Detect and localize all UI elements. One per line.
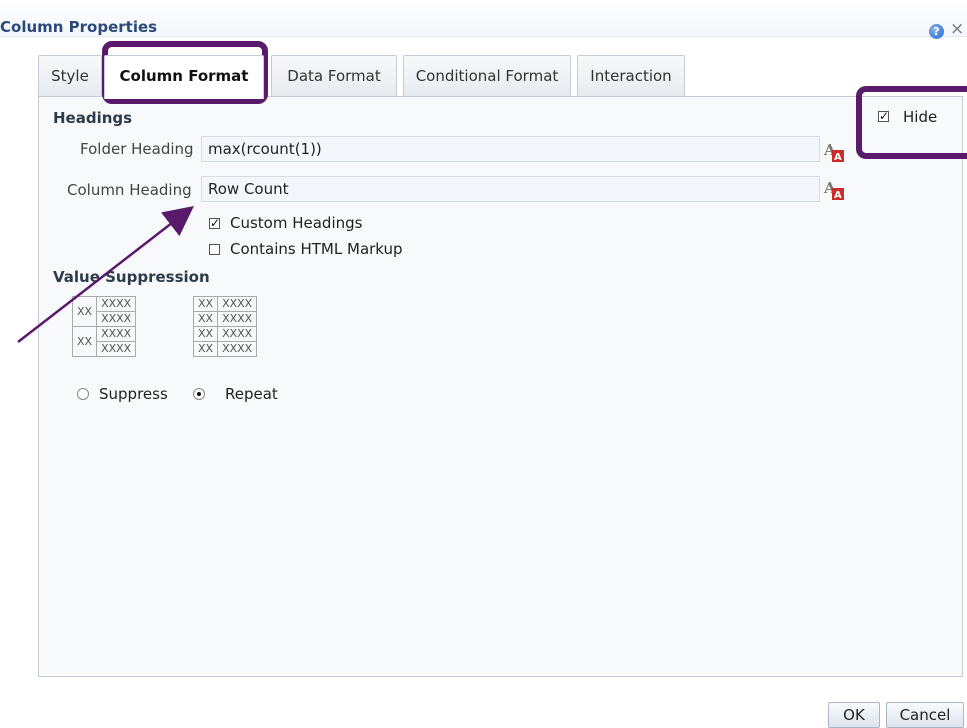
example-cell: XXXX bbox=[217, 296, 258, 312]
example-cell: XXXX bbox=[217, 341, 258, 357]
tab-label: Column Format bbox=[119, 67, 249, 85]
suppress-example-image: XX XXXX XXXX XX XXXX XXXX bbox=[71, 296, 137, 357]
dialog-title: Column Properties bbox=[0, 18, 158, 36]
headings-section-title: Headings bbox=[53, 109, 133, 127]
svg-text:A: A bbox=[834, 152, 842, 163]
example-cell: XX bbox=[192, 311, 219, 327]
tab-label: Data Format bbox=[287, 67, 381, 85]
tab-conditional-format[interactable]: Conditional Format bbox=[403, 55, 571, 97]
suppress-label: Suppress bbox=[99, 385, 168, 403]
tab-column-format[interactable]: Column Format bbox=[104, 55, 264, 99]
repeat-example-image: XX XXXX XX XXXX XX XXXX XX XXXX bbox=[192, 296, 258, 357]
example-cell: XXXX bbox=[96, 326, 137, 342]
html-markup-checkbox[interactable] bbox=[209, 244, 220, 255]
repeat-radio[interactable] bbox=[193, 388, 205, 400]
custom-headings-label: Custom Headings bbox=[230, 214, 363, 232]
repeat-label: Repeat bbox=[225, 385, 278, 403]
close-icon[interactable]: × bbox=[950, 20, 964, 38]
tab-label: Style bbox=[51, 67, 89, 85]
example-cell: XX bbox=[71, 326, 98, 357]
value-suppression-title: Value Suppression bbox=[53, 268, 210, 286]
example-cell: XX bbox=[71, 296, 98, 327]
example-cell: XXXX bbox=[96, 311, 137, 327]
tab-interaction[interactable]: Interaction bbox=[577, 55, 685, 97]
example-cell: XXXX bbox=[217, 311, 258, 327]
highlight-box-hide bbox=[856, 86, 967, 159]
tab-data-format[interactable]: Data Format bbox=[271, 55, 397, 97]
example-cell: XX bbox=[192, 296, 219, 312]
tab-label: Conditional Format bbox=[415, 67, 559, 85]
suppress-radio[interactable] bbox=[77, 388, 89, 400]
svg-text:A: A bbox=[834, 190, 842, 201]
help-icon[interactable]: ? bbox=[929, 24, 944, 39]
ok-button[interactable]: OK bbox=[828, 702, 880, 728]
edit-heading-format-icon[interactable]: A A bbox=[823, 140, 847, 164]
column-heading-label: Column Heading bbox=[67, 181, 192, 199]
column-heading-input[interactable]: Row Count bbox=[201, 176, 820, 202]
example-cell: XX bbox=[192, 326, 219, 342]
html-markup-label: Contains HTML Markup bbox=[230, 240, 403, 258]
custom-headings-checkbox[interactable]: ✓ bbox=[209, 217, 220, 229]
example-cell: XX bbox=[192, 341, 219, 357]
example-cell: XXXX bbox=[96, 296, 137, 312]
tab-label: Interaction bbox=[590, 67, 672, 85]
example-cell: XXXX bbox=[217, 326, 258, 342]
cancel-button[interactable]: Cancel bbox=[886, 702, 964, 728]
folder-heading-input[interactable]: max(rcount(1)) bbox=[201, 136, 820, 162]
tab-style[interactable]: Style bbox=[38, 55, 102, 97]
folder-heading-label: Folder Heading bbox=[80, 140, 194, 158]
example-cell: XXXX bbox=[96, 341, 137, 357]
edit-heading-format-icon[interactable]: A A bbox=[823, 178, 847, 202]
